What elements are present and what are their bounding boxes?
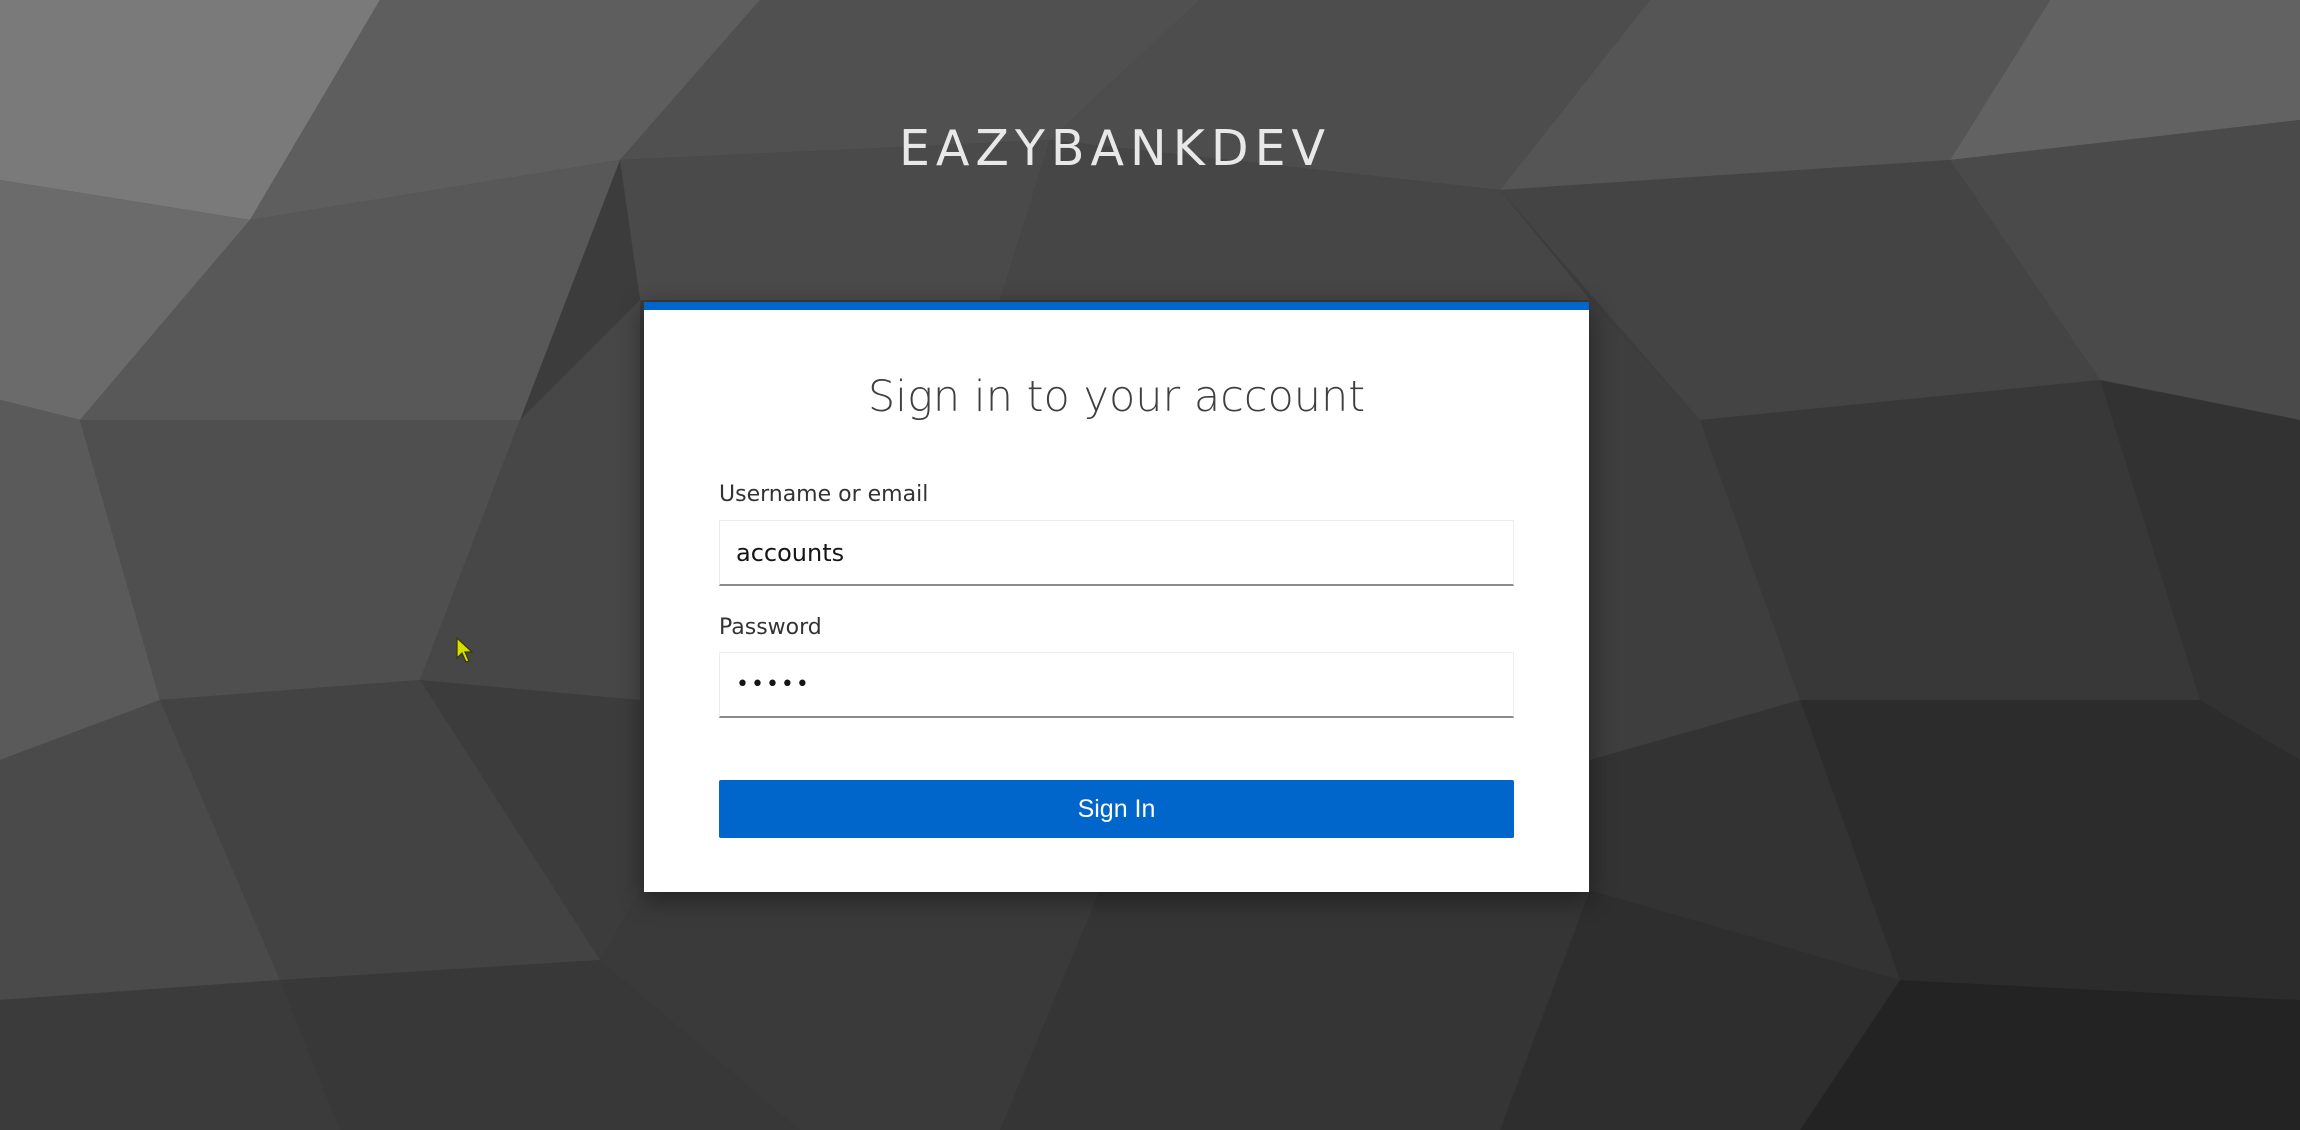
sign-in-button[interactable]: Sign In — [719, 780, 1514, 838]
password-label: Password — [719, 615, 822, 640]
login-card: Sign in to your account Username or emai… — [644, 302, 1589, 892]
password-input[interactable] — [719, 652, 1514, 718]
username-input[interactable] — [719, 520, 1514, 586]
username-label: Username or email — [719, 482, 929, 507]
login-page: EAZYBANKDEV Sign in to your account User… — [0, 0, 2300, 1130]
mouse-cursor-icon — [456, 637, 474, 663]
page-title: Sign in to your account — [867, 372, 1366, 422]
realm-title: EAZYBANKDEV — [898, 120, 1332, 177]
